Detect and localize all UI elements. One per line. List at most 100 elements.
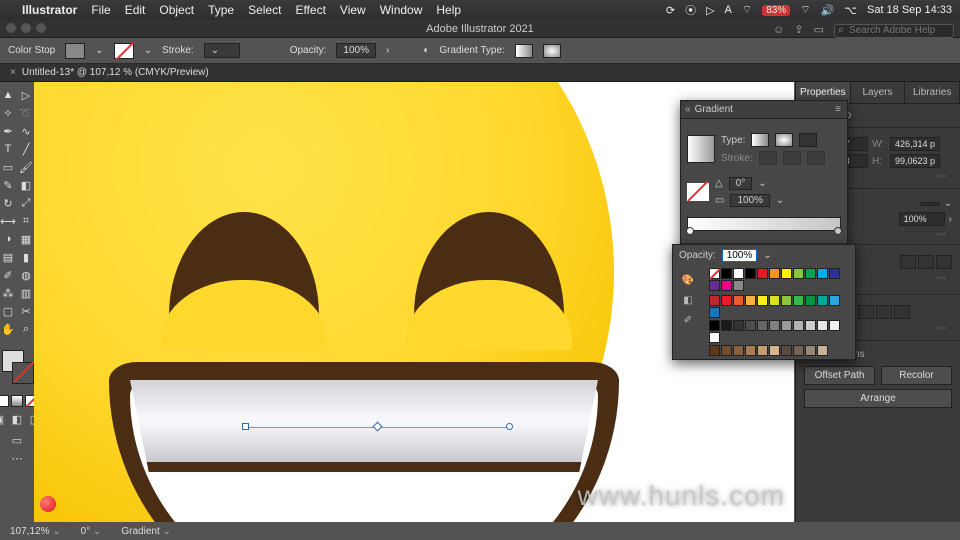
swatch[interactable] [745,268,756,279]
scale-tool-icon[interactable]: ⤢ [18,195,34,211]
opacity-field[interactable]: 100% [336,43,376,58]
menu-help[interactable]: Help [436,3,461,17]
tab-libraries[interactable]: Libraries [905,82,960,103]
swatch[interactable] [757,268,768,279]
arrange-button[interactable]: Arrange [804,389,952,408]
gradtype-linear-icon[interactable] [900,255,916,269]
tab-close-icon[interactable]: × [10,67,16,78]
swatch-opacity-field[interactable]: 100% [722,249,758,262]
fill-swatch[interactable] [65,43,85,59]
transform-w-field[interactable]: 426,314 p [890,137,940,151]
swatch[interactable] [769,295,780,306]
menu-file[interactable]: File [91,3,110,17]
window-min-icon[interactable] [21,23,31,33]
graph-tool-icon[interactable]: ▥ [18,285,34,301]
mesh-tool-icon[interactable]: ▤ [0,249,16,265]
gradient-start-handle[interactable] [242,423,249,430]
user-icon[interactable]: ☺ [773,21,784,39]
swatch[interactable] [805,268,816,279]
tab-layers[interactable]: Layers [851,82,906,103]
menu-view[interactable]: View [340,3,366,17]
swatch[interactable] [733,280,744,291]
gradient-panel-menu-icon[interactable]: ≡ [835,104,841,115]
swatch[interactable] [817,268,828,279]
paintbrush-tool-icon[interactable]: 🖌 [18,159,34,175]
tool-status[interactable]: Gradient [121,526,171,537]
gradtype-radial-icon[interactable] [918,255,934,269]
align-m-icon[interactable] [876,305,892,319]
gradient-stop-1[interactable] [686,227,694,235]
swatch[interactable] [757,295,768,306]
swatch[interactable] [709,345,720,356]
swatch[interactable] [805,320,816,331]
gradient-type-radial-button[interactable] [775,133,793,147]
swatch[interactable] [781,295,792,306]
transform-h-field[interactable]: 99,0623 p [890,154,940,168]
opacity-mini-field[interactable]: 100% [899,212,945,226]
document-tab[interactable]: × Untitled-13* @ 107,12 % (CMYK/Preview) [0,64,960,82]
swatch[interactable] [793,268,804,279]
swatch[interactable] [733,268,744,279]
menu-select[interactable]: Select [248,3,281,17]
gradient-type-linear-button[interactable] [751,133,769,147]
symbol-sprayer-tool-icon[interactable]: ⁂ [0,285,16,301]
swatch[interactable] [733,320,744,331]
rectangle-tool-icon[interactable]: ▭ [0,159,16,175]
slice-tool-icon[interactable]: ✂ [18,303,34,319]
gradient-annotator[interactable] [246,427,512,428]
zoom-tool-icon[interactable]: ⌕ [18,321,34,337]
swatch[interactable] [769,268,780,279]
swatch[interactable] [757,320,768,331]
gradient-angle-field[interactable]: 0° [729,177,753,190]
swatch[interactable] [757,345,768,356]
swatch[interactable] [709,332,720,343]
gradient-radial-button[interactable] [543,44,561,58]
lasso-tool-icon[interactable]: ➰ [18,105,34,121]
swatch[interactable] [817,345,828,356]
swatch[interactable] [709,295,720,306]
stroke-dropdown[interactable] [144,45,152,56]
menu-window[interactable]: Window [380,3,423,17]
color-mixer-icon[interactable]: 🎨 [679,273,697,287]
type-tool-icon[interactable]: T [0,141,16,157]
window-close-icon[interactable] [6,23,16,33]
offset-path-button[interactable]: Offset Path [804,366,875,385]
swatch[interactable] [817,320,828,331]
curvature-tool-icon[interactable]: ∿ [18,123,34,139]
swatch[interactable] [769,345,780,356]
edit-toolbar-icon[interactable]: ⋯ [9,450,25,466]
swatch[interactable] [721,295,732,306]
arrange-icon[interactable]: ▭ [814,21,824,39]
window-max-icon[interactable] [36,23,46,33]
draw-behind-icon[interactable]: ◧ [9,411,25,427]
swatch[interactable] [781,320,792,331]
align-b-icon[interactable] [894,305,910,319]
magic-wand-tool-icon[interactable]: ✧ [0,105,16,121]
gradient-linear-button[interactable] [515,44,533,58]
swatch[interactable] [829,320,840,331]
gradient-type-freeform-button[interactable] [799,133,817,147]
opacity-arrow-icon[interactable]: › [386,45,389,56]
gradient-mode-icon[interactable] [11,395,23,407]
artboard-tool-icon[interactable]: ▢ [0,303,16,319]
stroke-weight-mini[interactable] [920,202,940,206]
line-tool-icon[interactable]: ╱ [18,141,34,157]
swatch[interactable] [781,268,792,279]
swatch-registration[interactable] [721,268,732,279]
search-input[interactable] [834,24,954,38]
share-icon[interactable]: ⇪ [794,21,803,39]
swatch[interactable] [721,280,732,291]
gradient-preview[interactable] [687,135,715,163]
eyedropper-tool-icon[interactable]: ✐ [0,267,16,283]
swatch[interactable] [733,295,744,306]
gradient-ramp[interactable] [687,217,841,231]
eraser-tool-icon[interactable]: ◧ [18,177,34,193]
draw-normal-icon[interactable]: ▣ [0,411,7,427]
gradient-panel-collapse-icon[interactable]: « [685,104,691,115]
gradient-aspect-field[interactable]: 100% [730,194,770,207]
menu-type[interactable]: Type [208,3,234,17]
swatch[interactable] [709,320,720,331]
width-tool-icon[interactable]: ⟷ [0,213,16,229]
hand-tool-icon[interactable]: ✋ [0,321,16,337]
swatches-popup[interactable]: Opacity: 100%⌄ 🎨 ◧ ✐ [672,244,856,360]
